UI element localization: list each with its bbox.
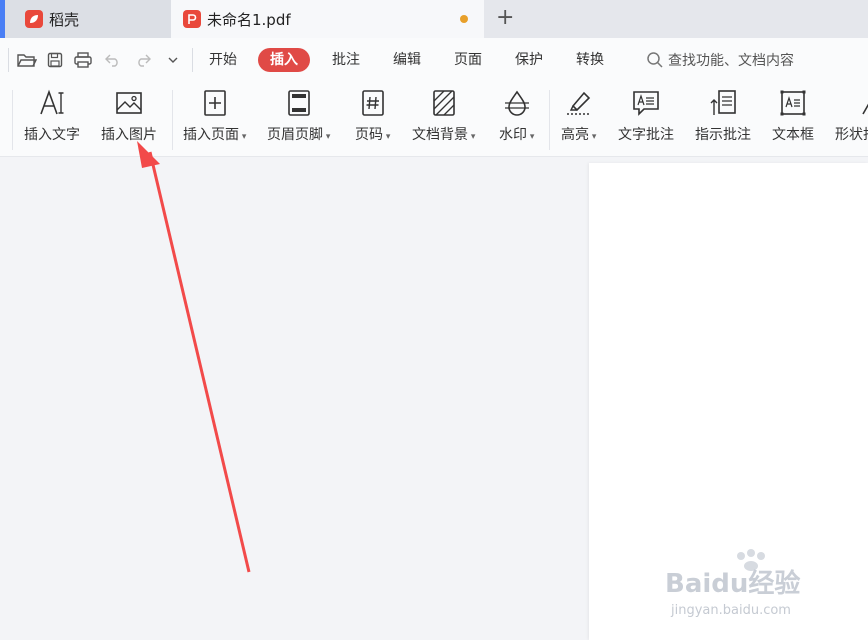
annotation-arrow — [137, 141, 251, 573]
paw-icon — [737, 549, 765, 571]
watermark-brand: Baidu经验 — [665, 568, 800, 599]
baidu-watermark: Baidu经验 jingyan.baidu.com — [665, 549, 800, 618]
watermark-url: jingyan.baidu.com — [670, 603, 791, 618]
